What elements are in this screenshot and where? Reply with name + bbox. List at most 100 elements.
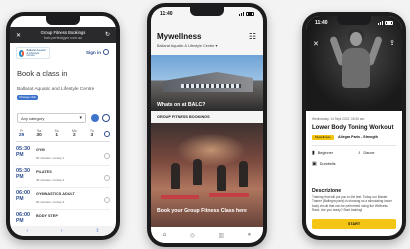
divider [312, 145, 396, 146]
browser-url[interactable]: balc.perfectgym.com.au [10, 36, 116, 40]
battery-icon [385, 20, 393, 25]
whats-on-card[interactable]: Whats on at BALC? [151, 55, 263, 111]
building-windows [181, 84, 241, 88]
club-selector[interactable]: Ballarat Aquatic & Lifestyle Centre ▾ [157, 43, 217, 48]
info-icon[interactable] [104, 153, 110, 159]
exercise-mat [161, 195, 199, 199]
class-row[interactable]: 06:00 PM GYMNASTICS ADULT 60 minutes • Gr… [16, 190, 110, 210]
trainer-body [342, 48, 370, 88]
logo-mark [19, 49, 25, 57]
group-fitness-card[interactable]: Book your Group Fitness Class here [151, 123, 263, 233]
change-club-button[interactable]: Change club [17, 95, 38, 100]
search-icon[interactable]: ◎ [190, 232, 195, 239]
battery-icon [246, 11, 254, 16]
notch [46, 16, 80, 25]
class-participant [239, 161, 248, 187]
workout-title: Lower Body Toning Workout [312, 125, 394, 131]
chevron-down-icon: ▾ [215, 44, 218, 48]
equipment-value: Dumbells [319, 162, 336, 166]
heading-text: Book a class in [17, 69, 68, 78]
class-time: 06:00 PM [16, 190, 31, 202]
app-title: Mywellness [157, 32, 202, 41]
class-name: BODY STEP [36, 214, 58, 218]
home-screen: 11:40 Mywellness ☷ Ballarat Aquatic & Li… [151, 7, 263, 243]
class-participant [217, 165, 226, 191]
divider [16, 141, 110, 142]
filter-icon[interactable] [91, 114, 99, 122]
workout-date: Wednesday, 14 Sept 2022, 06:30 am [312, 117, 365, 121]
day-3[interactable]: Mo 2 [69, 129, 80, 138]
phone-workout-detail: ✕ ⇪ 11:40 Wednesday, 14 Sept 2022, 06:30… [302, 12, 406, 240]
equipment-icon: ▣ [312, 161, 317, 167]
forward-icon[interactable]: › [61, 228, 63, 234]
menu-icon[interactable]: ☷ [249, 32, 256, 41]
signal-icon [378, 20, 393, 25]
sign-in-label: Sign in [86, 49, 101, 55]
category-value: Any category [21, 116, 45, 121]
back-icon[interactable]: ‹ [26, 228, 28, 234]
phone-booking-site: 11:44 ✕ Group Fitness Bookings balc.perf… [6, 12, 120, 240]
class-name: PILATES [36, 170, 52, 174]
venue-name: Ballarat Aquatic and Lifestyle Centre [17, 87, 95, 92]
logo-text: Ballarat Aquatic & Lifestyle Centre [26, 47, 46, 58]
building-image [163, 72, 253, 92]
tab-bar: ⌂ ◎ ▥ ● [151, 227, 263, 243]
class-participant [171, 163, 180, 189]
class-row[interactable]: 05:30 PM PILATES 45 minutes • Group 2 [16, 168, 110, 188]
share-icon[interactable]: ⇪ [389, 39, 395, 47]
card-caption: Book your Group Fitness Class here [157, 208, 247, 214]
style-attribute: ♪ Dance [358, 150, 374, 156]
level-value: Beginner [317, 151, 333, 155]
class-participant [193, 159, 202, 185]
chevron-down-icon: ▾ [79, 115, 82, 121]
page-title: Book a class in [17, 69, 68, 78]
share-icon[interactable]: ⇪ [95, 228, 99, 234]
chart-icon[interactable]: ▥ [219, 232, 225, 239]
start-button[interactable]: START [312, 219, 396, 229]
description-heading: Descrizione [312, 188, 342, 194]
day-2[interactable]: Su 1 [51, 129, 62, 138]
category-select[interactable]: Any category ▾ [17, 113, 86, 123]
logo: Ballarat Aquatic & Lifestyle Centre [16, 47, 50, 59]
level-icon: ▮ [312, 150, 315, 156]
trainer-head [350, 32, 362, 46]
browser-title: Group Fitness Bookings [40, 30, 86, 35]
close-icon[interactable]: ✕ [313, 40, 319, 48]
booking-screen: 11:44 ✕ Group Fitness Bookings balc.perf… [10, 16, 116, 236]
level-attribute: ▮ Beginner [312, 150, 333, 156]
browser-bar: ✕ Group Fitness Bookings balc.perfectgym… [10, 27, 116, 43]
music-icon: ♪ [358, 150, 361, 156]
next-week-icon[interactable] [103, 131, 110, 137]
battery-icon [99, 20, 107, 25]
info-icon[interactable] [104, 175, 110, 181]
status-time: 11:40 [315, 19, 328, 26]
brand-badge: Mywellness [312, 135, 334, 140]
close-icon[interactable]: ✕ [16, 32, 21, 39]
info-icon[interactable] [102, 114, 110, 122]
class-meta: 60 minutes • Group 1 [36, 156, 65, 160]
notch [337, 16, 371, 25]
user-icon [103, 49, 109, 55]
notch [190, 7, 224, 16]
workout-screen: ✕ ⇪ 11:40 Wednesday, 14 Sept 2022, 06:30… [306, 16, 402, 236]
reload-icon[interactable]: ↻ [105, 31, 110, 38]
class-time: 05:30 PM [16, 168, 31, 180]
info-icon[interactable] [104, 197, 110, 203]
day-1[interactable]: Sa 30 [34, 129, 45, 138]
home-icon[interactable]: ⌂ [163, 232, 167, 238]
day-0[interactable]: Fr 29 [16, 129, 27, 138]
section-heading: GROUP FITNESS BOOKINGS [157, 115, 210, 119]
class-meta: 45 minutes • Group 2 [36, 178, 65, 182]
class-row[interactable]: 05:30 PM GYM 60 minutes • Group 1 [16, 146, 110, 166]
sign-in-button[interactable]: Sign in [86, 49, 109, 55]
day-4[interactable]: Tu 3 [86, 129, 97, 138]
equipment-attribute: ▣ Dumbells [312, 161, 336, 167]
description-text: Training that will put you to the test. … [312, 195, 392, 212]
browser-toolbar: ‹ › ⇪ [10, 226, 116, 236]
studio-light [176, 133, 246, 167]
class-time: 06:00 PM [16, 212, 31, 224]
day-picker: Fr 29 Sa 30 Su 1 Mo 2 Tu 3 [16, 129, 110, 138]
class-meta: 60 minutes • Group 3 [36, 200, 65, 204]
phone-mywellness-home: 11:40 Mywellness ☷ Ballarat Aquatic & Li… [147, 3, 267, 247]
profile-icon[interactable]: ● [248, 232, 252, 238]
